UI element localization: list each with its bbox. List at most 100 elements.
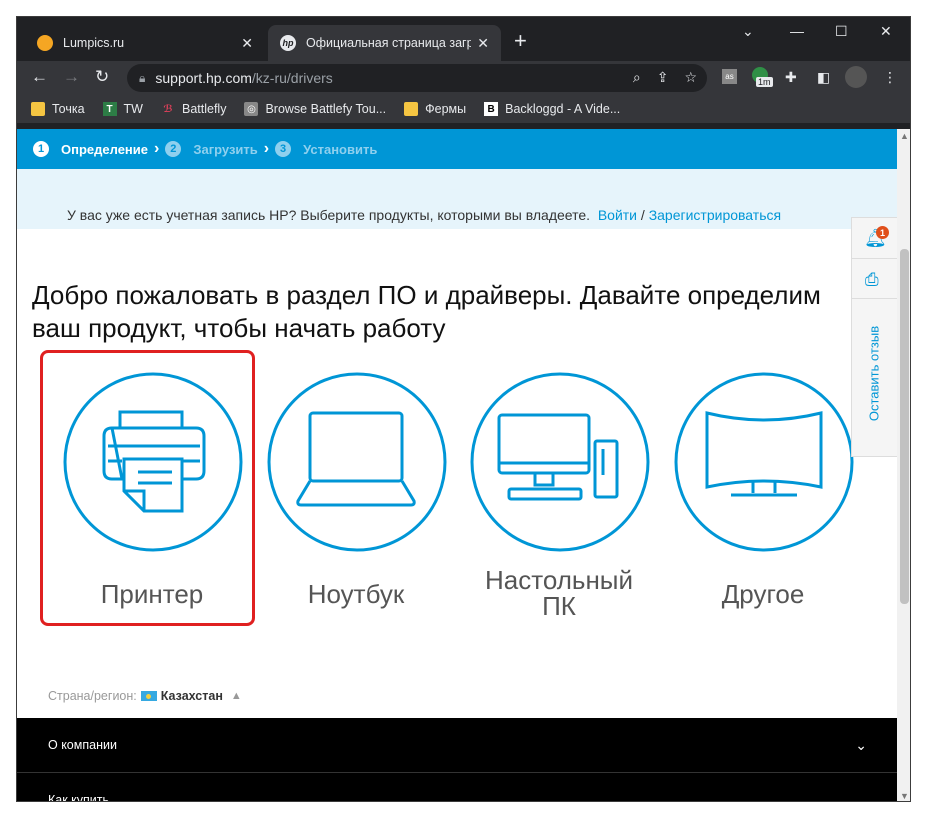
category-label: Ноутбук xyxy=(307,579,405,609)
footer-section-about[interactable]: О компании ⌄ xyxy=(17,718,897,773)
tab-title: Lumpics.ru xyxy=(63,36,125,50)
lastfm-extension-icon[interactable]: as xyxy=(722,69,737,84)
account-banner: У вас уже есть учетная запись HP? Выбери… xyxy=(17,169,897,229)
region-label: Страна/регион: xyxy=(48,689,137,703)
url-host: support.hp.com xyxy=(155,70,252,86)
bookmark-tochka[interactable]: Точка xyxy=(31,102,85,116)
url-path: /kz-ru/drivers xyxy=(251,70,333,86)
zoom-icon[interactable]: ⌕ xyxy=(633,69,641,86)
page-title: Добро пожаловать в раздел ПО и драйверы.… xyxy=(32,280,821,343)
new-tab-button[interactable]: + xyxy=(514,30,527,52)
register-link[interactable]: Зарегистрироваться xyxy=(649,207,781,223)
browser-toolbar: ← → ↻ 🔒︎ support.hp.com/kz-ru/drivers ⌕ … xyxy=(17,61,910,95)
divider xyxy=(852,258,897,259)
back-icon[interactable]: ← xyxy=(31,67,48,87)
scroll-up-icon[interactable]: ▲ xyxy=(900,131,909,141)
page-scrollbar[interactable]: ▲ ▼ xyxy=(897,129,910,801)
region-value: Казахстан xyxy=(160,689,223,703)
site-footer: О компании ⌄ Как купить ⌄ xyxy=(17,718,897,802)
tab-hp-drivers[interactable]: hp Официальная страница загрузк ✕ xyxy=(268,25,501,61)
progress-steps: 1 Определение › 2 Загрузить › 3 Установи… xyxy=(17,129,897,169)
step-number: 3 xyxy=(275,141,292,157)
browser-window: Lumpics.ru ✕ hp Официальная страница заг… xyxy=(16,16,911,802)
notification-badge: 1 xyxy=(876,226,889,239)
lumpics-favicon-icon xyxy=(37,35,53,51)
step-download[interactable]: 2 Загрузить xyxy=(165,141,258,157)
scroll-down-icon[interactable]: ▼ xyxy=(900,791,909,801)
side-panel-icon[interactable]: ◧ xyxy=(817,69,830,86)
bookmark-label: Browse Battlefy Tou... xyxy=(265,102,387,116)
step-number: 2 xyxy=(165,141,182,157)
lock-icon: 🔒︎ xyxy=(139,70,146,85)
category-label: Другое xyxy=(721,579,805,609)
bookmarks-bar: Точка T TW ℬ Battlefly ◎ Browse Battlefy… xyxy=(17,95,910,123)
step-number: 1 xyxy=(33,141,49,157)
print-icon[interactable]: ⎙ xyxy=(865,270,879,290)
step-label: Определение xyxy=(61,141,149,157)
chevron-right-icon: › xyxy=(154,140,160,157)
category-laptop[interactable]: Ноутбук xyxy=(266,371,447,609)
chevron-right-icon: › xyxy=(263,140,270,157)
close-tab-icon[interactable]: ✕ xyxy=(477,35,489,52)
tab-title: Официальная страница загрузк xyxy=(306,36,471,50)
battlefly-icon: ℬ xyxy=(163,103,173,115)
bookmark-label: Фермы xyxy=(425,102,467,116)
battlefy-icon: ◎ xyxy=(244,102,259,116)
close-window-button[interactable]: ✕ xyxy=(880,23,892,40)
divider xyxy=(852,298,897,299)
kazakhstan-flag-icon xyxy=(140,691,157,701)
side-widget: 🔔︎ 1 ⎙ Оставить отзыв xyxy=(851,217,897,457)
link-separator: / xyxy=(640,207,645,223)
folder-icon xyxy=(31,102,45,116)
address-bar[interactable]: 🔒︎ support.hp.com/kz-ru/drivers ⌕ ⇪ ☆ xyxy=(127,64,707,92)
bookmark-label: Backloggd - A Vide... xyxy=(505,102,621,116)
feedback-button[interactable]: Оставить отзыв xyxy=(867,324,882,424)
folder-icon xyxy=(404,102,419,116)
tab-search-icon[interactable]: ⌄ xyxy=(742,23,754,40)
reload-icon[interactable]: ↻ xyxy=(95,67,109,87)
maximize-button[interactable]: ☐ xyxy=(835,23,848,40)
laptop-icon xyxy=(267,372,447,552)
monitor-icon xyxy=(674,372,854,552)
bookmark-star-icon[interactable]: ☆ xyxy=(684,69,697,86)
bookmark-label: Battlefly xyxy=(181,102,227,116)
tab-strip: Lumpics.ru ✕ hp Официальная страница заг… xyxy=(17,17,910,61)
caret-up-icon: ▲ xyxy=(230,690,242,702)
timer-extension-icon[interactable]: 1m xyxy=(752,67,773,87)
login-link[interactable]: Войти xyxy=(598,207,637,223)
bookmark-label: TW xyxy=(123,102,143,116)
minimize-button[interactable]: — xyxy=(790,23,804,39)
printer-highlight-frame xyxy=(40,350,255,626)
bookmark-battlefy[interactable]: ◎ Browse Battlefy Tou... xyxy=(244,102,386,116)
scrollbar-thumb[interactable] xyxy=(900,249,909,604)
bookmark-tw[interactable]: T TW xyxy=(102,102,143,116)
step-label: Установить xyxy=(303,141,378,157)
share-icon[interactable]: ⇪ xyxy=(657,69,669,86)
footer-label: Как купить xyxy=(48,793,110,802)
bookmark-fermy[interactable]: Фермы xyxy=(404,102,466,116)
footer-section-how-to-buy[interactable]: Как купить ⌄ xyxy=(17,773,897,802)
step-identify[interactable]: 1 Определение xyxy=(33,141,148,157)
category-other[interactable]: Другое xyxy=(673,371,854,609)
step-label: Загрузить xyxy=(193,141,258,157)
page-viewport: 1 Определение › 2 Загрузить › 3 Установи… xyxy=(17,129,897,802)
forward-icon[interactable]: → xyxy=(63,67,80,87)
menu-kebab-icon[interactable]: ⋮ xyxy=(883,69,897,86)
close-tab-icon[interactable]: ✕ xyxy=(241,35,253,52)
country-selector[interactable]: Страна/регион: Казахстан ▲ xyxy=(48,689,242,703)
extensions-puzzle-icon[interactable]: ✚ xyxy=(785,69,797,86)
backloggd-icon: B xyxy=(484,102,499,116)
category-desktop[interactable]: Настольный ПК xyxy=(469,371,650,621)
bookmark-backloggd[interactable]: B Backloggd - A Vide... xyxy=(484,102,620,116)
chevron-down-icon: ⌄ xyxy=(855,736,867,753)
hp-favicon-icon: hp xyxy=(280,35,296,51)
bookmark-battlefly[interactable]: ℬ Battlefly xyxy=(161,102,226,116)
category-label: Настольный ПК xyxy=(484,565,634,621)
desktop-icon xyxy=(470,372,650,552)
tw-icon: T xyxy=(102,102,117,116)
extension-badge: 1m xyxy=(756,77,773,87)
profile-avatar[interactable] xyxy=(845,66,867,88)
step-install[interactable]: 3 Установить xyxy=(275,141,377,157)
tab-lumpics[interactable]: Lumpics.ru ✕ xyxy=(25,25,265,61)
footer-label: О компании xyxy=(48,738,117,752)
